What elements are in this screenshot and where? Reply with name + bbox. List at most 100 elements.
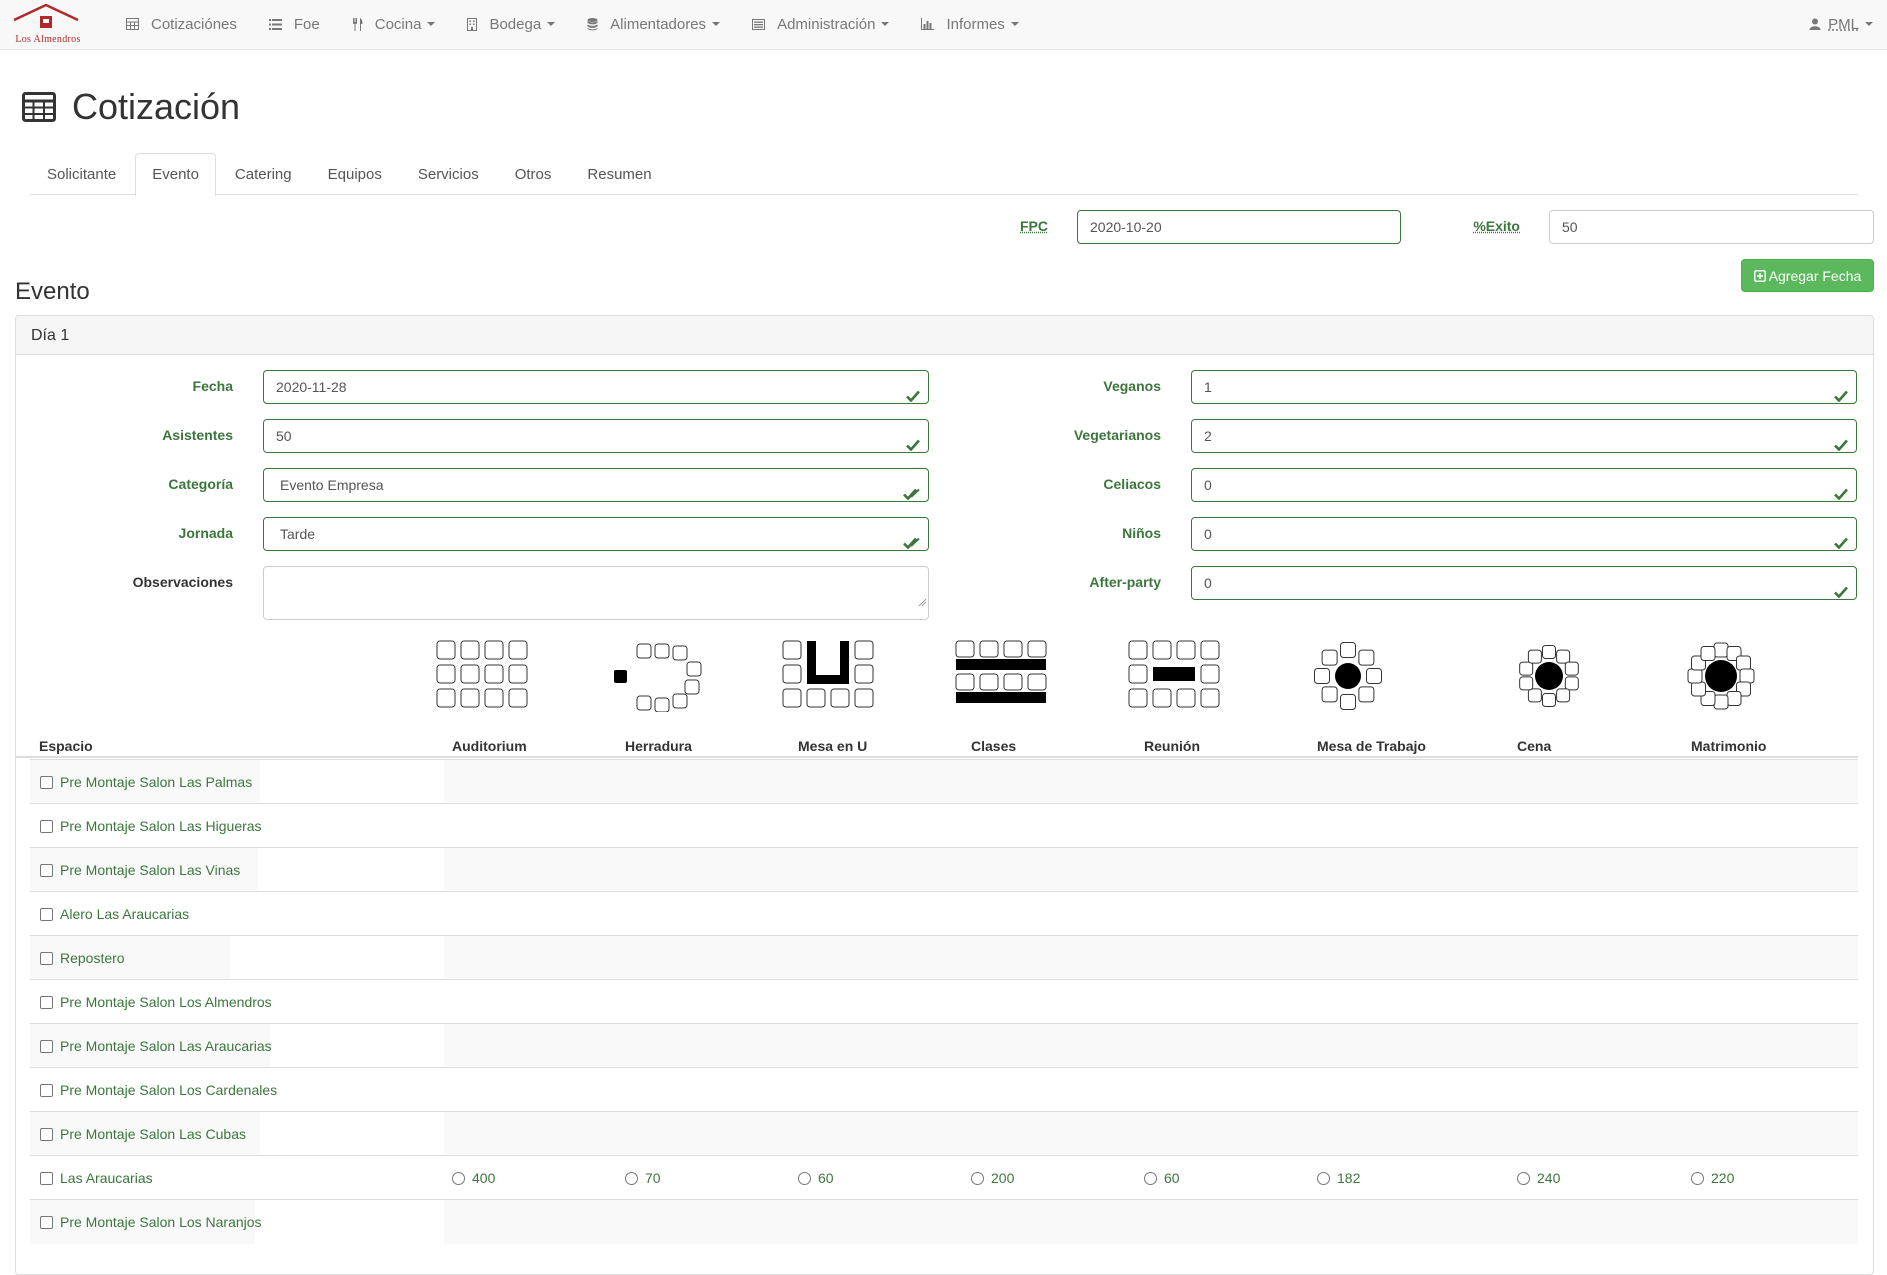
capacity-value: 70 — [645, 1170, 661, 1186]
nav-item-administracion[interactable]: Administración — [736, 0, 905, 48]
table-row: Pre Montaje Salon Las Cubas — [30, 1111, 1858, 1155]
tab-equipos[interactable]: Equipos — [311, 153, 399, 195]
tab-otros[interactable]: Otros — [498, 153, 569, 195]
space-link[interactable]: Repostero — [60, 950, 125, 966]
space-checkbox[interactable] — [40, 996, 53, 1009]
matrimonio-layout-icon — [1686, 640, 1756, 716]
table-row: Las Araucarias 400 70 60 200 60 182 240 220 — [30, 1155, 1858, 1199]
fecha-input[interactable]: 2020-11-28 — [263, 370, 929, 404]
fpc-input[interactable]: 2020-10-20 — [1077, 210, 1401, 244]
asistentes-label: Asistentes — [60, 427, 233, 443]
space-checkbox[interactable] — [40, 820, 53, 833]
table-icon — [126, 18, 145, 30]
mesa-en-u-layout-icon — [782, 640, 876, 716]
user-menu[interactable]: PML — [1809, 0, 1873, 48]
capacity-option[interactable]: 200 — [971, 1170, 1014, 1186]
nav-item-label: Cocina — [375, 16, 422, 33]
celiacos-input[interactable]: 0 — [1191, 468, 1857, 502]
clases-layout-icon — [955, 640, 1049, 716]
reunion-column-header: Reunión — [1144, 738, 1200, 754]
tab-catering[interactable]: Catering — [218, 153, 309, 195]
tab-bar: Solicitante Evento Catering Equipos Servicio… — [30, 153, 1858, 195]
categoria-select[interactable]: Evento Empresa — [263, 468, 929, 502]
capacity-option[interactable]: 60 — [798, 1170, 834, 1186]
space-cell: Pre Montaje Salon Los Almendros — [40, 994, 272, 1010]
check-icon — [1834, 430, 1848, 462]
double-check-icon — [903, 479, 920, 511]
space-cell: Las Araucarias — [40, 1170, 153, 1186]
space-checkbox[interactable] — [40, 1216, 53, 1229]
capacity-radio[interactable] — [1144, 1172, 1157, 1185]
space-cell: Pre Montaje Salon Las Araucarias — [40, 1038, 272, 1054]
capacity-option[interactable]: 240 — [1517, 1170, 1560, 1186]
brand-name: Los Almendros — [6, 34, 90, 45]
nav-item-label: Informes — [946, 16, 1004, 33]
space-link[interactable]: Pre Montaje Salon Los Naranjos — [60, 1214, 262, 1230]
nav-item-label: Alimentadores — [610, 16, 706, 33]
brand-logo[interactable]: Los Almendros — [6, 2, 86, 46]
jornada-select[interactable]: Tarde — [263, 517, 929, 551]
space-checkbox[interactable] — [40, 1172, 53, 1185]
asistentes-input[interactable]: 50 — [263, 419, 929, 453]
space-link[interactable]: Pre Montaje Salon Las Vinas — [60, 862, 240, 878]
capacity-radio[interactable] — [798, 1172, 811, 1185]
capacity-value: 60 — [818, 1170, 834, 1186]
space-link[interactable]: Pre Montaje Salon Las Cubas — [60, 1126, 246, 1142]
capacity-radio[interactable] — [1317, 1172, 1330, 1185]
space-link[interactable]: Pre Montaje Salon Las Higueras — [60, 818, 262, 834]
ninos-label: Niños — [1000, 525, 1161, 541]
space-checkbox[interactable] — [40, 1084, 53, 1097]
tab-solicitante[interactable]: Solicitante — [30, 153, 133, 195]
space-cell: Pre Montaje Salon Las Cubas — [40, 1126, 246, 1142]
capacity-radio[interactable] — [1691, 1172, 1704, 1185]
capacity-option[interactable]: 70 — [625, 1170, 661, 1186]
row-stripe — [444, 848, 1858, 892]
space-checkbox[interactable] — [40, 776, 53, 789]
capacity-option[interactable]: 60 — [1144, 1170, 1180, 1186]
space-checkbox[interactable] — [40, 908, 53, 921]
tab-resumen[interactable]: Resumen — [570, 153, 668, 195]
space-checkbox[interactable] — [40, 1128, 53, 1141]
capacity-radio[interactable] — [452, 1172, 465, 1185]
space-cell: Alero Las Araucarias — [40, 906, 189, 922]
capacity-option[interactable]: 182 — [1317, 1170, 1360, 1186]
nav-item-cocina[interactable]: Cocina — [336, 0, 452, 48]
capacity-option[interactable]: 220 — [1691, 1170, 1734, 1186]
after-party-input[interactable]: 0 — [1191, 566, 1857, 600]
vegetarianos-input[interactable]: 2 — [1191, 419, 1857, 453]
spaces-table-header: Espacio Auditorium Herradura Mesa en U Clas… — [15, 598, 1858, 758]
capacity-radio[interactable] — [971, 1172, 984, 1185]
capacity-radio[interactable] — [625, 1172, 638, 1185]
space-link[interactable]: Pre Montaje Salon Las Araucarias — [60, 1038, 272, 1054]
space-checkbox[interactable] — [40, 1040, 53, 1053]
add-date-button[interactable]: Agregar Fecha — [1741, 259, 1874, 292]
fecha-label: Fecha — [60, 378, 233, 394]
ninos-input[interactable]: 0 — [1191, 517, 1857, 551]
nav-item-foe[interactable]: Foe — [253, 0, 336, 48]
tab-evento[interactable]: Evento — [135, 153, 216, 196]
capacity-option[interactable]: 400 — [452, 1170, 495, 1186]
capacity-radio[interactable] — [1517, 1172, 1530, 1185]
space-link[interactable]: Alero Las Araucarias — [60, 906, 189, 922]
auditorium-column-header: Auditorium — [452, 738, 527, 754]
space-checkbox[interactable] — [40, 864, 53, 877]
space-link[interactable]: Pre Montaje Salon Los Cardenales — [60, 1082, 277, 1098]
nav-item-alimentadores[interactable]: Alimentadores — [571, 0, 736, 48]
nav-item-informes[interactable]: Informes — [905, 0, 1034, 48]
table-icon — [22, 92, 56, 122]
mesa-de-trabajo-column-header: Mesa de Trabajo — [1317, 738, 1426, 754]
nav-item-bodega[interactable]: Bodega — [451, 0, 571, 48]
nav-item-cotizaciones[interactable]: Cotizaciónes — [110, 0, 253, 48]
check-icon — [1834, 479, 1848, 511]
space-link[interactable]: Pre Montaje Salon Las Palmas — [60, 774, 252, 790]
space-link[interactable]: Las Araucarias — [60, 1170, 153, 1186]
tab-servicios[interactable]: Servicios — [401, 153, 496, 195]
espacio-column-header: Espacio — [39, 738, 93, 754]
space-checkbox[interactable] — [40, 952, 53, 965]
veganos-input[interactable]: 1 — [1191, 370, 1857, 404]
space-link[interactable]: Pre Montaje Salon Los Almendros — [60, 994, 272, 1010]
mesa-en-u-column-header: Mesa en U — [798, 738, 867, 754]
nav-item-label: Cotizaciónes — [151, 16, 237, 33]
reunion-layout-icon — [1128, 640, 1222, 716]
exito-input[interactable]: 50 — [1549, 210, 1874, 244]
